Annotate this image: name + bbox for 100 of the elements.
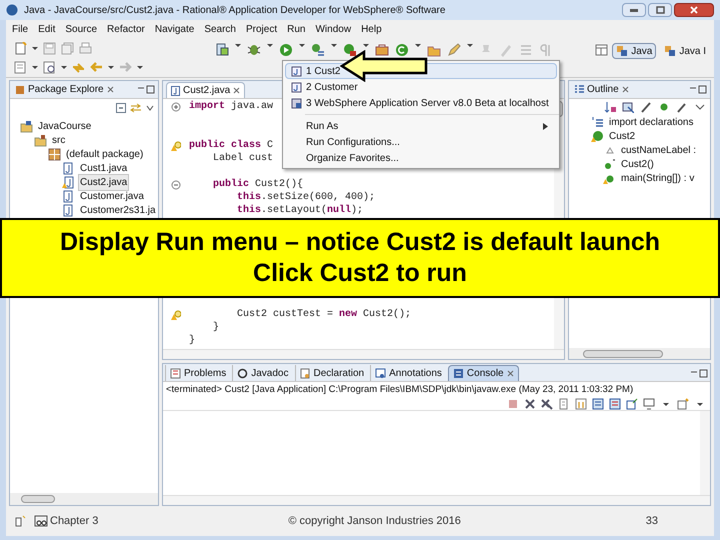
menu-item[interactable]: Edit [38, 22, 56, 36]
glasses-icon[interactable] [34, 515, 48, 527]
minimize-icon[interactable] [689, 85, 707, 94]
tree-item[interactable]: main(String[]) : v [619, 170, 696, 186]
caret-icon[interactable] [363, 43, 369, 48]
perspective-button[interactable]: Java I [660, 43, 710, 59]
new-class-icon[interactable] [395, 43, 409, 57]
show-err-icon[interactable] [609, 398, 621, 410]
fast-view-icon[interactable] [14, 515, 26, 527]
pin-console-icon[interactable] [626, 398, 638, 410]
menu-item[interactable]: Run [287, 22, 306, 36]
menu-item[interactable]: Source [65, 22, 98, 36]
horizontal-scrollbar[interactable] [163, 495, 710, 505]
tree-item[interactable]: Cust1.java [78, 160, 130, 176]
dot-icon[interactable] [658, 101, 670, 113]
menu-item[interactable]: Run As [285, 118, 557, 134]
menu-item[interactable]: Window [315, 22, 352, 36]
collapse-all-icon[interactable] [116, 103, 126, 113]
open-perspective-icon[interactable] [595, 43, 608, 56]
display-console-icon[interactable] [643, 398, 655, 410]
caret-icon[interactable] [32, 46, 38, 50]
tree-item[interactable]: Cust2 [607, 128, 638, 144]
expand-icon[interactable] [171, 102, 181, 112]
caret-icon[interactable] [108, 64, 114, 70]
menu-item[interactable]: Search [204, 22, 236, 36]
show-out-icon[interactable] [592, 398, 604, 410]
play-icon[interactable] [279, 43, 293, 57]
collapse-icon[interactable] [171, 180, 181, 190]
minimize-icon[interactable] [137, 85, 155, 94]
panel-tab[interactable]: Problems [165, 365, 230, 381]
menu-item[interactable]: Help [361, 22, 382, 36]
caret-icon[interactable] [61, 64, 67, 70]
sort-icon[interactable] [604, 101, 616, 113]
menu-item[interactable]: 3 WebSphere Application Server v8.0 Beta at localhost [285, 95, 557, 111]
tree-item[interactable]: (default package) [64, 146, 146, 162]
maximize-button[interactable] [648, 3, 672, 17]
menu-item[interactable]: File [12, 22, 28, 36]
scroll-lock-icon[interactable] [575, 398, 587, 410]
panel-tab[interactable]: Console [448, 365, 519, 381]
close-icon[interactable] [106, 86, 114, 93]
scrollbar-thumb[interactable] [583, 350, 663, 358]
menu-item[interactable]: 2 Customer [285, 79, 557, 95]
close-icon[interactable] [506, 370, 514, 377]
minimize-icon[interactable] [690, 369, 708, 378]
caret-icon[interactable] [415, 43, 421, 48]
scrollbar-thumb[interactable] [21, 495, 55, 503]
panel-tab[interactable]: Declaration [294, 365, 368, 381]
server-icon[interactable] [216, 43, 229, 56]
close-icon[interactable] [233, 87, 240, 94]
vertical-scrollbar[interactable] [700, 411, 710, 495]
horizontal-scrollbar[interactable] [569, 348, 710, 359]
open-type-icon[interactable] [14, 60, 27, 74]
briefcase-icon[interactable] [375, 43, 389, 57]
link-arrows-icon[interactable] [130, 103, 142, 113]
tree-item[interactable]: Customer2s31.ja [78, 202, 158, 218]
caret-icon[interactable] [299, 43, 305, 48]
tree-item[interactable]: Cust2.java [78, 174, 130, 190]
caret-icon[interactable] [137, 64, 143, 70]
tree-item[interactable]: src [50, 132, 68, 148]
stop-run-icon[interactable] [343, 43, 357, 57]
caret-icon[interactable] [32, 64, 38, 70]
remove-launch-icon[interactable] [524, 398, 536, 410]
clear-console-icon[interactable] [558, 398, 570, 410]
menu-item[interactable]: Organize Favorites... [285, 150, 557, 166]
tree-item[interactable]: import declarations [607, 114, 696, 130]
caret-icon[interactable] [267, 43, 273, 48]
horizontal-scrollbar[interactable] [10, 493, 158, 505]
panel-tab[interactable]: Annotations [370, 365, 446, 381]
minimize-button[interactable] [622, 3, 646, 17]
search-doc-icon[interactable] [43, 60, 56, 74]
horizontal-scrollbar[interactable] [163, 349, 564, 359]
close-icon[interactable] [622, 86, 629, 93]
caret-icon[interactable] [235, 43, 241, 48]
panel-tab[interactable]: Javadoc [232, 365, 292, 381]
new-console-icon[interactable] [677, 398, 689, 410]
caption-line: Display Run menu – notice Cust2 is default launch [60, 230, 660, 255]
caret-icon[interactable] [331, 43, 337, 48]
hide-fields-icon[interactable] [622, 101, 634, 113]
menu-item[interactable]: Project [246, 22, 278, 36]
problems-icon [170, 368, 181, 378]
caret-icon[interactable] [467, 43, 473, 48]
tree-item[interactable]: Cust2() [619, 156, 656, 172]
remove-all-icon[interactable] [541, 398, 553, 410]
pencil-icon[interactable] [447, 43, 461, 57]
bug-icon[interactable] [247, 43, 261, 57]
menu-item[interactable]: Navigate [154, 22, 194, 36]
menu-item[interactable]: Run Configurations... [285, 134, 557, 150]
editor-tab[interactable]: Cust2.java [166, 82, 246, 98]
view-menu-icon[interactable] [146, 105, 154, 111]
source-folder-icon [34, 134, 47, 146]
menu-item[interactable]: Refactor [107, 22, 145, 36]
new-file-icon[interactable] [14, 42, 27, 54]
package-icon [48, 148, 61, 160]
tree-item[interactable]: Customer.java [78, 188, 146, 204]
profile-icon[interactable] [311, 43, 325, 57]
code-line: } [212, 320, 220, 335]
perspective-button[interactable]: Java [612, 43, 656, 59]
tree-item[interactable]: JavaCourse [36, 118, 94, 134]
close-button[interactable] [674, 3, 714, 17]
tree-item[interactable]: custNameLabel : [619, 142, 698, 158]
